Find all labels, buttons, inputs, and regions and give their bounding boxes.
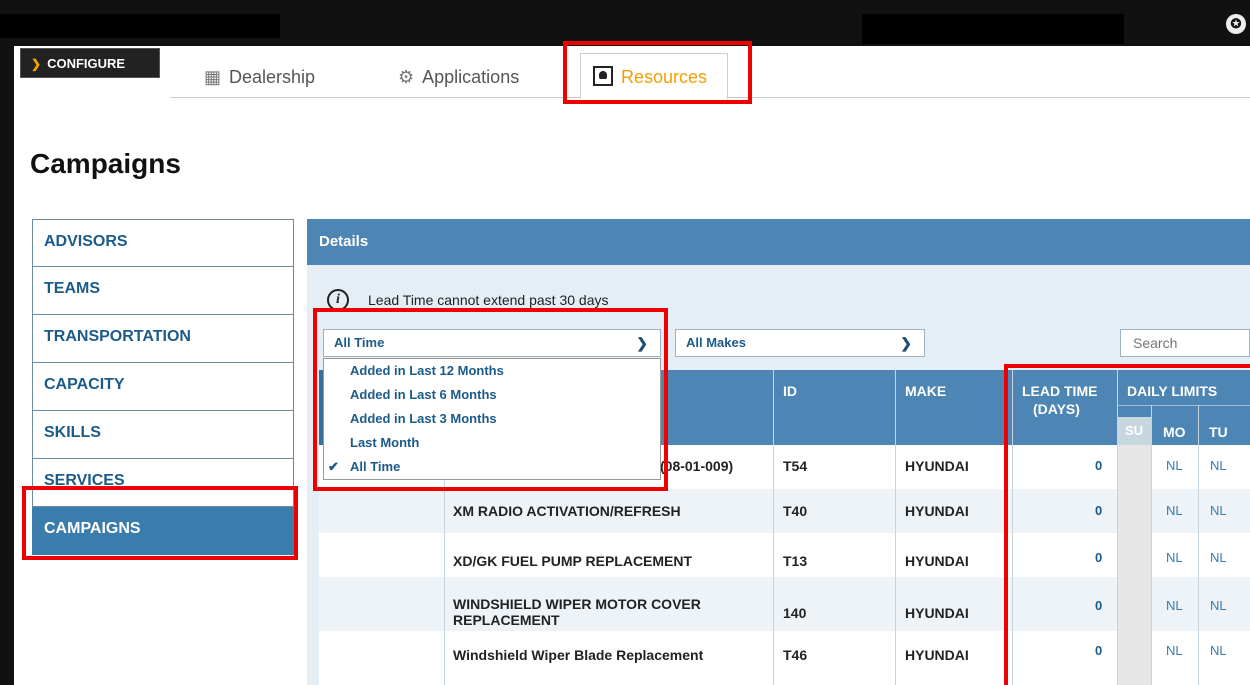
highlight-box-campaigns [22,486,298,560]
row-make: HYUNDAI [905,647,969,663]
make-filter-value: All Makes [686,335,746,350]
redacted-area [862,14,1124,44]
row-make: HYUNDAI [905,458,969,474]
chevron-down-icon: ❯ [900,335,912,351]
row-id: T54 [783,458,808,474]
column-header-id[interactable]: ID [783,383,797,399]
gears-icon: ⚙ [398,67,415,87]
column-divider [895,370,896,685]
row-name: XM RADIO ACTIVATION/REFRESH [453,503,681,519]
tab-applications[interactable]: ⚙ Applications [398,62,519,92]
make-filter-select[interactable]: All Makes ❯ [675,329,925,357]
highlight-box-time-filter [313,308,668,491]
redacted-area [0,14,280,38]
configure-label: CONFIGURE [47,56,126,71]
row-name: Windshield Wiper Blade Replacement [453,647,704,663]
row-make: HYUNDAI [905,605,969,621]
tab-dealership-label: Dealership [229,67,316,87]
column-header-make[interactable]: MAKE [905,383,946,399]
info-message: Lead Time cannot extend past 30 days [368,292,609,308]
row-make: HYUNDAI [905,553,969,569]
row-id: T40 [783,503,808,519]
row-id: T46 [783,647,808,663]
configure-button[interactable]: ❯ CONFIGURE [20,48,160,78]
row-name-line2: REPLACEMENT [453,612,560,628]
tab-dealership[interactable]: ▦ Dealership [204,62,315,92]
search-input[interactable] [1120,329,1250,357]
row-name-line1: WINDSHIELD WIPER MOTOR COVER [453,596,701,612]
tab-applications-label: Applications [422,67,520,87]
row-id: T13 [783,553,808,569]
row-id: 140 [783,605,807,621]
highlight-box-lead-time [1004,364,1250,685]
details-header: Details [307,219,1250,265]
left-frame [0,46,14,685]
star-icon[interactable]: ✪ [1226,14,1246,34]
highlight-box-resources [563,41,752,104]
chevron-down-icon: ❯ [31,57,42,71]
column-divider [773,370,774,685]
sidebar-item-advisors[interactable]: ADVISORS [32,219,294,267]
sidebar-item-capacity[interactable]: CAPACITY [32,363,294,411]
sidebar-item-transportation[interactable]: TRANSPORTATION [32,315,294,363]
row-name: XD/GK FUEL PUMP REPLACEMENT [453,553,693,569]
sidebar-item-teams[interactable]: TEAMS [32,267,294,315]
calendar-icon: ▦ [204,67,222,87]
sidebar-item-skills[interactable]: SKILLS [32,411,294,459]
page-title: Campaigns [30,148,181,179]
row-name: (08-01-009) [660,458,734,474]
row-make: HYUNDAI [905,503,969,519]
